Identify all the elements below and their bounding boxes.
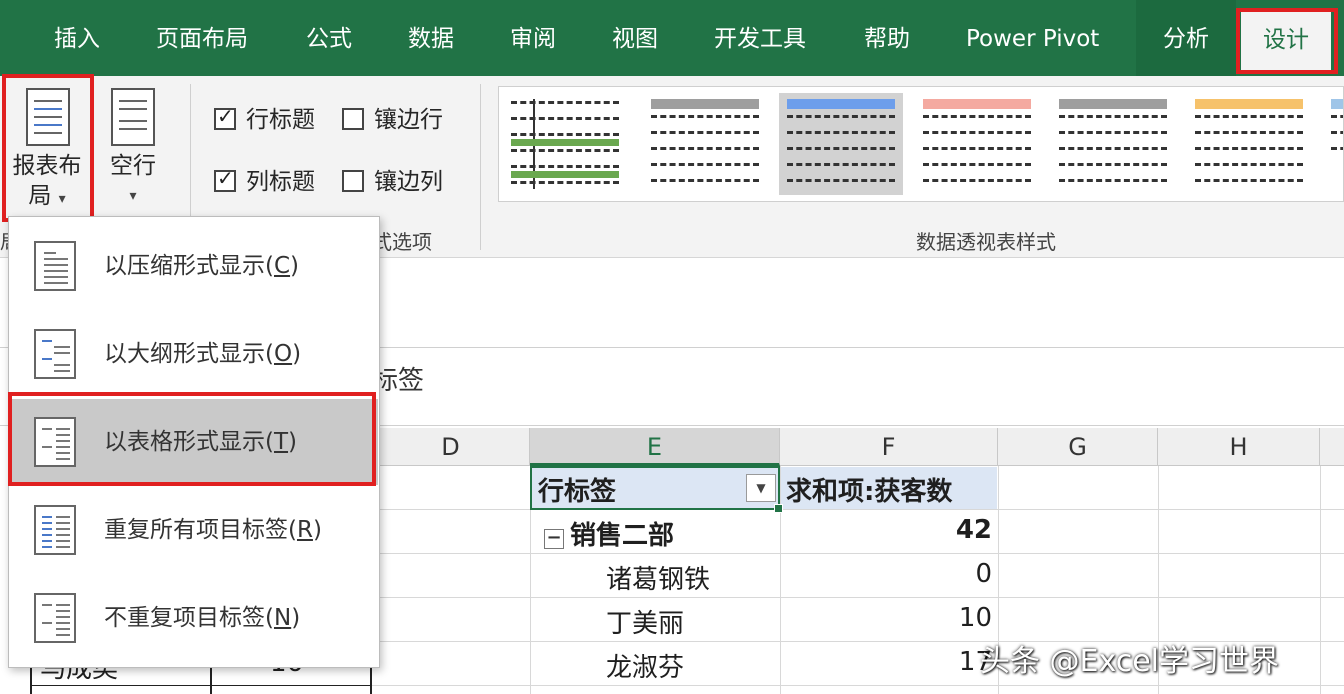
banded-columns-option[interactable]: 镶边列 xyxy=(342,162,443,196)
menu-item-label: 不重复项目标签 xyxy=(104,605,265,631)
menu-item-label: 以表格形式显示 xyxy=(104,429,265,455)
menu-item-shortcut: O xyxy=(273,341,293,367)
tab-analyze[interactable]: 分析 xyxy=(1136,0,1236,76)
tabular-form-icon xyxy=(34,417,76,467)
blank-rows-label: 空行 xyxy=(110,153,156,179)
pivot-style-thumb-selected[interactable] xyxy=(779,93,903,195)
checkmark-icon: ✓ xyxy=(217,166,234,190)
pivot-row-labels-header[interactable]: 行标签 xyxy=(538,471,616,508)
pivot-group-row[interactable]: − 销售二部 xyxy=(544,515,674,552)
ribbon-tab-bar: 插入 页面布局 公式 数据 审阅 视图 开发工具 帮助 Power Pivot … xyxy=(0,0,1344,76)
pivot-style-thumb[interactable] xyxy=(915,93,1039,195)
banded-columns-label: 镶边列 xyxy=(374,169,443,195)
column-header-F[interactable]: F xyxy=(780,428,998,466)
pivot-item-name[interactable]: 诸葛钢铁 xyxy=(606,559,710,596)
banded-rows-option[interactable]: 镶边行 xyxy=(342,100,443,134)
row-headers-checkbox[interactable]: ✓ xyxy=(214,104,236,130)
pivot-item-value[interactable]: 10 xyxy=(790,603,992,633)
blank-rows-icon xyxy=(111,88,155,146)
menu-item-shortcut: R xyxy=(296,517,313,543)
menu-item-shortcut: N xyxy=(273,605,292,631)
collapse-icon[interactable]: − xyxy=(544,529,564,549)
column-headers-option[interactable]: ✓ 列标题 xyxy=(214,162,315,196)
watermark: 头条 @Excel学习世界 xyxy=(980,644,1280,679)
report-layout-menu: 以压缩形式显示(C) 以大纲形式显示(O) 以表格形式显示(T) 重复所有项目标… xyxy=(8,216,380,668)
tab-review[interactable]: 审阅 xyxy=(510,0,556,76)
tab-design[interactable]: 设计 xyxy=(1241,10,1331,74)
tab-data[interactable]: 数据 xyxy=(408,0,454,76)
report-layout-label: 报表布 xyxy=(12,153,82,179)
menu-item-label: 以大纲形式显示 xyxy=(104,341,265,367)
column-header-E[interactable]: E xyxy=(530,428,780,466)
column-headers-label: 列标题 xyxy=(246,169,315,195)
tab-page-layout[interactable]: 页面布局 xyxy=(156,0,248,76)
report-layout-button[interactable]: 报表布 局 ▾ xyxy=(6,84,88,218)
report-layout-icon xyxy=(26,88,70,146)
column-headers-checkbox[interactable]: ✓ xyxy=(214,166,236,192)
pivot-item-value[interactable]: 0 xyxy=(790,559,992,589)
banded-columns-checkbox[interactable] xyxy=(342,170,364,192)
pivot-item-name[interactable]: 丁美丽 xyxy=(606,603,684,640)
no-repeat-labels-icon xyxy=(34,593,76,643)
tab-view[interactable]: 视图 xyxy=(612,0,658,76)
menu-item-shortcut: C xyxy=(273,253,291,279)
menu-item-outline-form[interactable]: 以大纲形式显示(O) xyxy=(10,311,378,397)
pivot-style-thumb[interactable] xyxy=(503,93,627,195)
menu-item-shortcut: T xyxy=(273,429,289,455)
pivot-style-thumb[interactable] xyxy=(1051,93,1175,195)
pivot-values-header[interactable]: 求和项:获客数 xyxy=(786,471,952,508)
pivot-group-total[interactable]: 42 xyxy=(790,515,992,545)
blank-rows-button[interactable]: 空行 ▾ xyxy=(100,84,166,214)
tab-formulas[interactable]: 公式 xyxy=(306,0,352,76)
compact-form-icon xyxy=(34,241,76,291)
checkmark-icon: ✓ xyxy=(217,104,234,128)
chevron-down-icon: ▾ xyxy=(129,188,137,204)
banded-rows-label: 镶边行 xyxy=(374,107,443,133)
report-layout-label-2: 局 xyxy=(28,183,52,209)
pivot-styles-gallery xyxy=(498,86,1344,202)
pivot-item-value[interactable]: 17 xyxy=(790,647,992,677)
pivot-item-name[interactable]: 龙淑芬 xyxy=(606,647,684,684)
menu-item-label: 重复所有项目标签 xyxy=(104,517,288,543)
column-header-next[interactable] xyxy=(1320,428,1344,466)
column-header-H[interactable]: H xyxy=(1158,428,1320,466)
menu-item-no-repeat-labels[interactable]: 不重复项目标签(N) xyxy=(10,575,378,661)
tab-insert[interactable]: 插入 xyxy=(54,0,100,76)
pivot-group-name: 销售二部 xyxy=(570,521,675,551)
repeat-labels-icon xyxy=(34,505,76,555)
banded-rows-checkbox[interactable] xyxy=(342,108,364,130)
menu-item-tabular-form[interactable]: 以表格形式显示(T) xyxy=(10,399,378,485)
column-header-D[interactable]: D xyxy=(372,428,530,466)
pivot-style-thumb[interactable] xyxy=(643,93,767,195)
excel-window: 插入 页面布局 公式 数据 审阅 视图 开发工具 帮助 Power Pivot … xyxy=(0,0,1344,694)
tab-help[interactable]: 帮助 xyxy=(864,0,910,76)
row-headers-option[interactable]: ✓ 行标题 xyxy=(214,100,315,134)
pivot-style-thumb[interactable] xyxy=(1187,93,1311,195)
chevron-down-icon: ▾ xyxy=(58,191,66,207)
pivot-filter-dropdown-icon[interactable]: ▼ xyxy=(746,474,776,502)
fill-handle[interactable] xyxy=(774,504,783,513)
menu-item-compact-form[interactable]: 以压缩形式显示(C) xyxy=(10,223,378,309)
menu-item-repeat-all-labels[interactable]: 重复所有项目标签(R) xyxy=(10,487,378,573)
menu-item-label: 以压缩形式显示 xyxy=(104,253,265,279)
outline-form-icon xyxy=(34,329,76,379)
tab-power-pivot[interactable]: Power Pivot xyxy=(966,0,1099,76)
pivot-style-thumb[interactable] xyxy=(1323,93,1343,195)
column-header-G[interactable]: G xyxy=(998,428,1158,466)
pivot-styles-group-label: 数据透视表样式 xyxy=(916,230,1056,254)
style-options-group-label: 式选项 xyxy=(372,230,432,254)
row-headers-label: 行标题 xyxy=(246,107,315,133)
tab-developer[interactable]: 开发工具 xyxy=(714,0,806,76)
